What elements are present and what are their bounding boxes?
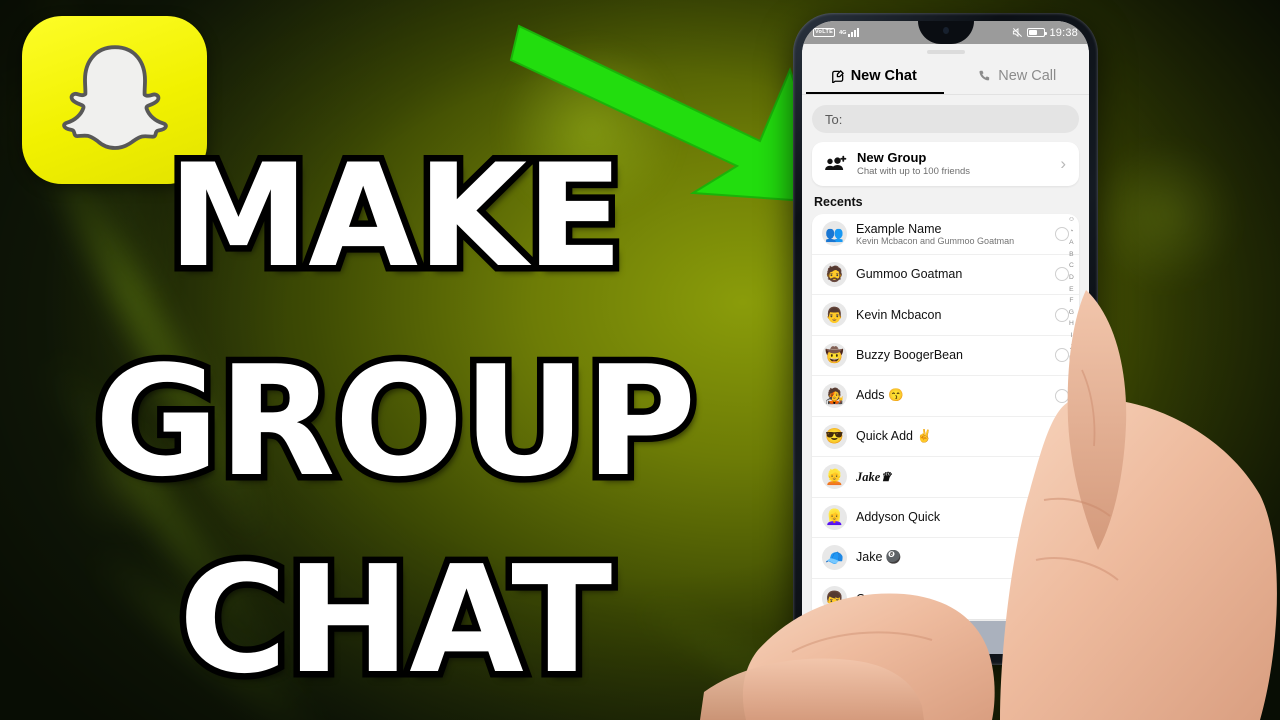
active-tab-indicator [806,92,944,94]
battery-icon [1027,28,1048,37]
network-type-label: 4G [839,29,847,36]
tab-new-call-label: New Call [998,68,1057,84]
new-group-row[interactable]: New Group Chat with up to 100 friends › [812,142,1079,186]
camera-notch [917,21,974,44]
contact-name: Example Name [856,221,942,236]
headline-line-2: GROUP [88,333,703,510]
contact-row[interactable]: 👥 Example Name Kevin Mcbacon and Gummoo Go… [812,214,1079,255]
hand-holding-phone [700,290,1277,720]
mute-icon [1013,27,1023,38]
volte-icon: VoLTE [813,28,836,37]
alphabet-index-letter[interactable]: ◔ [1069,226,1073,238]
compose-icon [831,70,844,83]
contact-subtitle: Kevin Mcbacon and Gummoo Goatman [856,235,1015,246]
tab-new-call[interactable]: New Call [946,60,1090,94]
to-field-label: To: [825,111,843,127]
recipient-to-field[interactable]: To: [812,105,1079,133]
add-group-icon [823,155,849,173]
ghost-icon [61,45,168,150]
tab-divider [802,94,1089,95]
avatar: 👥 [822,221,847,247]
tab-bar: New Chat New Call [802,60,1089,94]
chevron-right-icon: › [1060,153,1066,173]
status-bar-time: 19:38 [1049,26,1078,39]
alphabet-index-letter[interactable]: ☺ [1068,214,1075,226]
phone-icon [979,70,990,81]
signal-bars-icon [848,28,860,37]
recents-section-label: Recents [814,195,863,209]
tab-new-chat[interactable]: New Chat [802,60,946,94]
headline-line-3: CHAT [172,534,618,706]
new-group-subtitle: Chat with up to 100 friends [857,166,971,177]
status-bar: VoLTE 4G 19:38 [802,21,1089,44]
alphabet-index-letter[interactable]: A [1069,237,1074,249]
contact-text: Example Name Kevin Mcbacon and Gummoo Goa… [856,222,1055,246]
sheet-drag-handle[interactable] [926,50,965,54]
new-group-title: New Group [857,150,927,165]
tab-new-chat-label: New Chat [850,68,917,84]
